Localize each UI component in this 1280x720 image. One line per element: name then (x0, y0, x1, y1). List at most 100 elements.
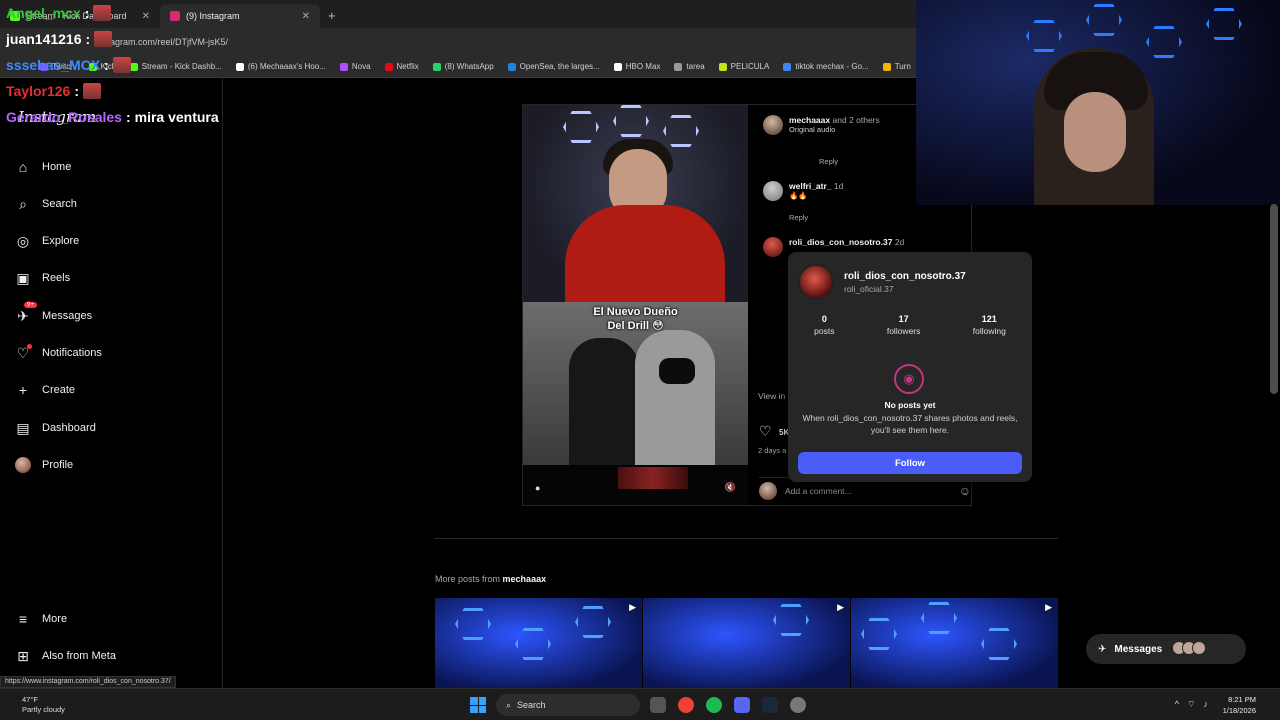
file-explorer-icon[interactable] (650, 697, 666, 713)
chat-message: sssebas_MCX: (6, 52, 219, 78)
taskbar: 47°F Partly cloudy ⌕ Search ^ ⌔ ♪ 8:21 P… (0, 688, 1280, 720)
sidebar-item-label: Create (42, 384, 76, 396)
volume-icon[interactable]: ♪ (1204, 699, 1209, 710)
video-thumbnails (618, 467, 688, 489)
more-posts-heading: More posts from mechaaax (435, 574, 547, 584)
sidebar-item-profile[interactable]: Profile (14, 456, 73, 474)
audio-label[interactable]: Original audio (789, 125, 880, 134)
sidebar-item-home[interactable]: ⌂ Home (14, 158, 72, 176)
bookmark[interactable]: PELICULA (718, 62, 769, 71)
weather-widget[interactable]: 47°F Partly cloudy (22, 695, 65, 715)
bookmark[interactable]: Nova (339, 62, 371, 71)
video-caption: El Nuevo Dueño Del Drill 😳 (593, 306, 678, 332)
sidebar-item-label: Search (42, 198, 77, 210)
scrollbar[interactable] (1270, 204, 1278, 394)
sidebar-item-label: Reels (42, 272, 71, 284)
chat-username: juan141216 (6, 31, 82, 47)
bookmark[interactable]: OpenSea, the larges... (507, 62, 600, 71)
sidebar-item-more[interactable]: ≡ More (14, 610, 67, 628)
post-thumbnail[interactable]: ▶ (643, 598, 850, 690)
reel-video[interactable]: El Nuevo Dueño Del Drill 😳 ● 🔇 (523, 105, 748, 505)
avatar[interactable] (763, 115, 783, 135)
sidebar-item-label: Explore (42, 235, 80, 247)
mute-icon[interactable]: 🔇 (725, 482, 736, 493)
clock[interactable]: 8:21 PM 1/18/2026 (1223, 694, 1256, 716)
reply-link[interactable]: Reply (789, 213, 808, 222)
tagged-people-icon[interactable]: ● (535, 483, 540, 493)
chat-username: sssebas_MCX (6, 57, 101, 73)
avatar (15, 457, 31, 473)
emote-icon (112, 57, 131, 73)
emote-icon (93, 5, 112, 21)
sidebar-item-reels[interactable]: ▣ Reels (14, 269, 70, 287)
taskbar-search[interactable]: ⌕ Search (496, 694, 640, 716)
bookmark[interactable]: tiktok mechax - Go... (783, 62, 869, 71)
video-controls: ● 🔇 (523, 465, 748, 505)
no-posts-title: No posts yet (884, 400, 936, 410)
comment-input[interactable]: Add a comment... (785, 486, 852, 496)
dashboard-icon: ▤ (16, 419, 30, 436)
reply-link[interactable]: Reply (819, 157, 838, 166)
sidebar-item-explore[interactable]: ◎ Explore (14, 232, 79, 250)
windows-start-icon[interactable] (470, 697, 486, 713)
comment-text: 🔥🔥 (789, 191, 808, 200)
sidebar-item-label: More (42, 613, 68, 625)
sidebar-item-search[interactable]: ⌕ Search (14, 195, 77, 213)
comment-username[interactable]: roli_dios_con_nosotro.37 (789, 237, 892, 247)
hover-full-name: roli_oficial.37 (844, 283, 894, 294)
avatar[interactable] (763, 237, 783, 257)
spotify-icon[interactable] (706, 697, 722, 713)
settings-icon[interactable] (790, 697, 806, 713)
bookmark[interactable]: (8) WhatsApp (432, 62, 494, 71)
stat-followers[interactable]: 17 followers (887, 314, 921, 336)
bookmark[interactable]: Netflix (384, 62, 419, 71)
stat-following[interactable]: 121 following (973, 314, 1006, 336)
avatar[interactable] (798, 264, 834, 300)
search-icon: ⌕ (506, 699, 512, 710)
bookmark[interactable]: Turn (882, 62, 911, 71)
discord-icon[interactable] (734, 697, 750, 713)
like-icon[interactable]: ♡ (759, 423, 772, 440)
home-icon: ⌂ (18, 159, 28, 175)
avatar (759, 482, 777, 500)
chat-message: Gerardo_Rosales: mira ventura (6, 104, 219, 130)
chrome-icon[interactable] (678, 697, 694, 713)
new-tab-button[interactable]: + (320, 8, 344, 28)
sidebar-item-label: Also from Meta (42, 650, 116, 662)
comment-username[interactable]: welfri_atr_ (789, 181, 832, 191)
hover-card-header: roli_dios_con_nosotro.37 roli_oficial.37 (798, 264, 966, 300)
video-frame-top (523, 105, 748, 305)
menu-icon: ≡ (18, 611, 28, 627)
wifi-icon[interactable]: ⌔ (1187, 699, 1195, 710)
post-thumbnail[interactable]: ▶ (851, 598, 1058, 690)
sidebar: Instagram ⌂ Home ⌕ Search ◎ Explore ▣ Re… (0, 78, 223, 688)
sidebar-item-create[interactable]: + Create (14, 381, 75, 399)
messages-floating-button[interactable]: ✈ Messages (1086, 634, 1246, 664)
reel-icon: ▶ (1045, 602, 1052, 612)
chevron-up-icon[interactable]: ^ (1175, 699, 1179, 710)
emoji-icon[interactable]: ☺ (959, 484, 971, 498)
sidebar-item-also-from-meta[interactable]: ⊞ Also from Meta (14, 647, 116, 665)
chat-message: juan141216: (6, 26, 219, 52)
sidebar-item-notifications[interactable]: ♡ Notifications (14, 344, 102, 362)
view-insights-link[interactable]: View in (758, 391, 785, 401)
plus-icon: + (18, 382, 28, 398)
sidebar-item-messages[interactable]: ✈ 9+ Messages (14, 302, 92, 325)
system-tray: ^ ⌔ ♪ (1175, 699, 1208, 710)
author-username[interactable]: mechaaax (789, 115, 830, 125)
bookmark[interactable]: tarea (674, 62, 705, 71)
post-thumbnail[interactable]: ▶ (435, 598, 642, 690)
sidebar-item-dashboard[interactable]: ▤ Dashboard (14, 419, 95, 437)
chat-username: Gerardo_Rosales (6, 109, 122, 125)
bookmark[interactable]: HBO Max (613, 62, 660, 71)
avatar[interactable] (763, 181, 783, 201)
bookmark[interactable]: (6) Mechaaax's Hoo... (235, 62, 326, 71)
more-posts-user[interactable]: mechaaax (503, 574, 547, 584)
close-tab-icon[interactable]: ✕ (302, 11, 310, 22)
profile-stats: 0 posts 17 followers 121 following (788, 314, 1032, 336)
follow-button[interactable]: Follow (798, 452, 1022, 474)
chat-username: Angel_mcx (6, 5, 81, 21)
hover-username[interactable]: roli_dios_con_nosotro.37 (844, 271, 966, 282)
webcam-overlay (916, 0, 1280, 205)
steam-icon[interactable] (762, 697, 778, 713)
